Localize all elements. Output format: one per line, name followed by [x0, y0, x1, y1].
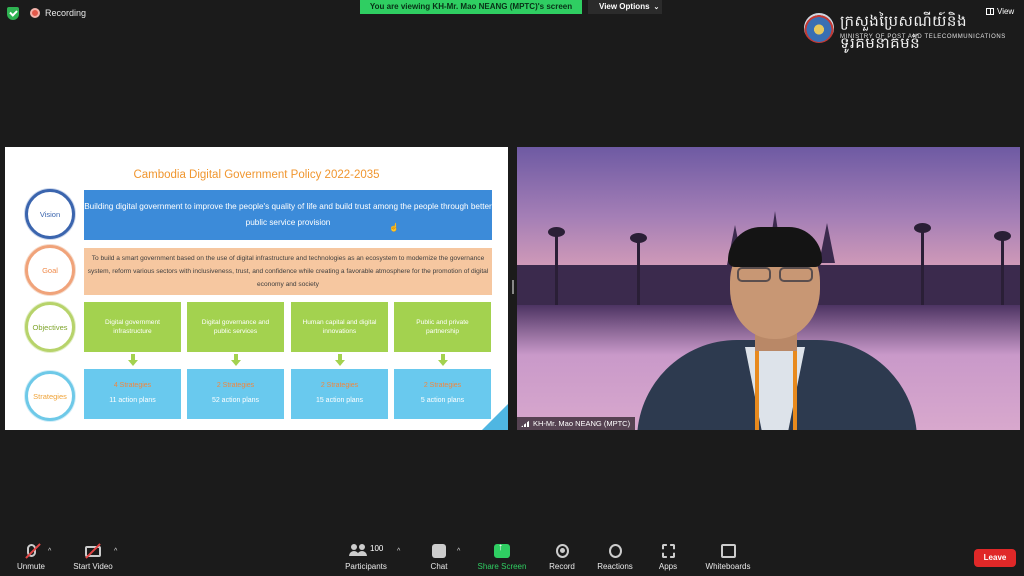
- action-plan-count: 11 action plans: [109, 397, 156, 404]
- vision-text: Building digital government to improve t…: [84, 190, 492, 240]
- recording-label: Recording: [45, 8, 87, 18]
- whiteboard-icon: [720, 544, 736, 558]
- whiteboards-label: Whiteboards: [705, 562, 751, 571]
- meeting-window: Recording You are viewing KH-Mr. Mao NEA…: [0, 0, 1024, 576]
- reactions-button[interactable]: Reactions: [595, 544, 635, 571]
- objectives-circle: Objectives: [25, 302, 75, 352]
- signal-strength-icon: [521, 420, 530, 427]
- unmute-label: Unmute: [16, 562, 45, 571]
- record-label: Record: [549, 562, 575, 571]
- chat-icon: [432, 544, 446, 558]
- microphone-muted-icon: [24, 543, 41, 559]
- chat-button[interactable]: Chat: [424, 544, 454, 571]
- whiteboards-button[interactable]: Whiteboards: [703, 544, 753, 571]
- participant-count: 100: [370, 544, 384, 553]
- participants-icon: 100: [349, 544, 383, 558]
- security-shield-icon[interactable]: [7, 7, 19, 20]
- participant-name-tag: KH-Mr. Mao NEANG (MPTC): [517, 417, 636, 430]
- record-icon: [555, 544, 569, 558]
- share-screen-icon: [494, 542, 510, 558]
- panel-resize-handle[interactable]: [512, 280, 514, 294]
- start-video-button[interactable]: Start Video: [70, 543, 116, 571]
- objective-box: Digital government infrastructure: [84, 302, 181, 352]
- palm-tree: [630, 233, 647, 305]
- grid-view-icon: [986, 8, 994, 15]
- unmute-button[interactable]: Unmute: [13, 543, 49, 571]
- ministry-name-english: MINISTRY OF POST AND TELECOMMUNICATIONS: [840, 34, 1006, 40]
- speaker-glasses: [737, 267, 817, 283]
- action-plan-count: 52 action plans: [211, 397, 260, 404]
- participants-caret-icon[interactable]: ^: [397, 548, 400, 555]
- audio-options-caret-icon[interactable]: ^: [48, 548, 51, 555]
- view-options-button[interactable]: View Options ⌄: [588, 0, 662, 14]
- strategy-count: 2 Strategies: [320, 382, 359, 389]
- strategy-box: 2 Strategies 15 action plans: [291, 369, 388, 419]
- strategy-box: 4 Strategies 11 action plans: [84, 369, 181, 419]
- participants-label: Participants: [345, 562, 387, 571]
- down-arrow-icon: [231, 354, 241, 368]
- viewing-screen-banner: You are viewing KH-Mr. Mao NEANG (MPTC)'…: [360, 0, 582, 14]
- action-plan-count: 5 action plans: [420, 397, 465, 404]
- palm-tree: [994, 231, 1011, 305]
- participant-video-tile[interactable]: KH-Mr. Mao NEANG (MPTC): [517, 147, 1020, 430]
- strategy-count: 2 Strategies: [216, 382, 255, 389]
- strategy-box: 2 Strategies 5 action plans: [394, 369, 491, 419]
- palm-tree: [914, 223, 931, 305]
- apps-label: Apps: [658, 562, 678, 571]
- ministry-seal-logo: [804, 13, 834, 43]
- chat-label: Chat: [430, 562, 448, 571]
- camera-off-icon: [85, 543, 101, 559]
- objective-box: Public and private partnership: [394, 302, 491, 352]
- video-options-caret-icon[interactable]: ^: [114, 548, 117, 555]
- chevron-down-icon: ⌄: [653, 4, 660, 11]
- share-screen-label: Share Screen: [477, 562, 527, 571]
- shared-screen-slide: Cambodia Digital Government Policy 2022-…: [5, 147, 508, 430]
- strategy-box: 2 Strategies 52 action plans: [187, 369, 284, 419]
- strategy-count: 2 Strategies: [423, 382, 462, 389]
- down-arrow-icon: [128, 354, 138, 368]
- goal-circle: Goal: [25, 245, 75, 295]
- recording-icon: [30, 8, 40, 18]
- objective-box: Human capital and digital innovations: [291, 302, 388, 352]
- goal-text: To build a smart government based on the…: [84, 248, 492, 295]
- apps-icon: [661, 544, 675, 558]
- speaker-hair: [728, 227, 822, 267]
- action-plan-count: 15 action plans: [315, 397, 364, 404]
- palm-tree: [548, 227, 565, 305]
- objective-box: Digital governance and public services: [187, 302, 284, 352]
- down-arrow-icon: [335, 354, 345, 368]
- down-arrow-icon: [438, 354, 448, 368]
- slide-corner-decoration: [482, 404, 508, 430]
- vision-circle: Vision: [25, 189, 75, 239]
- record-button[interactable]: Record: [546, 544, 578, 571]
- share-screen-button[interactable]: Share Screen: [476, 542, 528, 571]
- apps-button[interactable]: Apps: [654, 544, 682, 571]
- strategy-count: 4 Strategies: [113, 382, 152, 389]
- start-video-label: Start Video: [73, 562, 113, 571]
- speaker-lanyard: [755, 347, 797, 430]
- view-options-label: View Options: [599, 2, 650, 11]
- participant-name: KH-Mr. Mao NEANG (MPTC): [533, 419, 631, 428]
- reactions-label: Reactions: [597, 562, 633, 571]
- pointer-cursor-icon: ☝: [389, 223, 399, 232]
- view-label: View: [997, 7, 1015, 16]
- leave-button[interactable]: Leave: [974, 549, 1016, 567]
- view-button[interactable]: View: [986, 7, 1014, 16]
- slide-title: Cambodia Digital Government Policy 2022-…: [133, 169, 380, 181]
- strategies-circle: Strategies: [25, 371, 75, 421]
- smiley-icon: [608, 544, 622, 558]
- chat-caret-icon[interactable]: ^: [457, 548, 460, 555]
- meeting-controls-toolbar: Unmute ^ Start Video ^ 100 Participants …: [0, 538, 1024, 576]
- participants-button[interactable]: 100 Participants: [340, 544, 392, 571]
